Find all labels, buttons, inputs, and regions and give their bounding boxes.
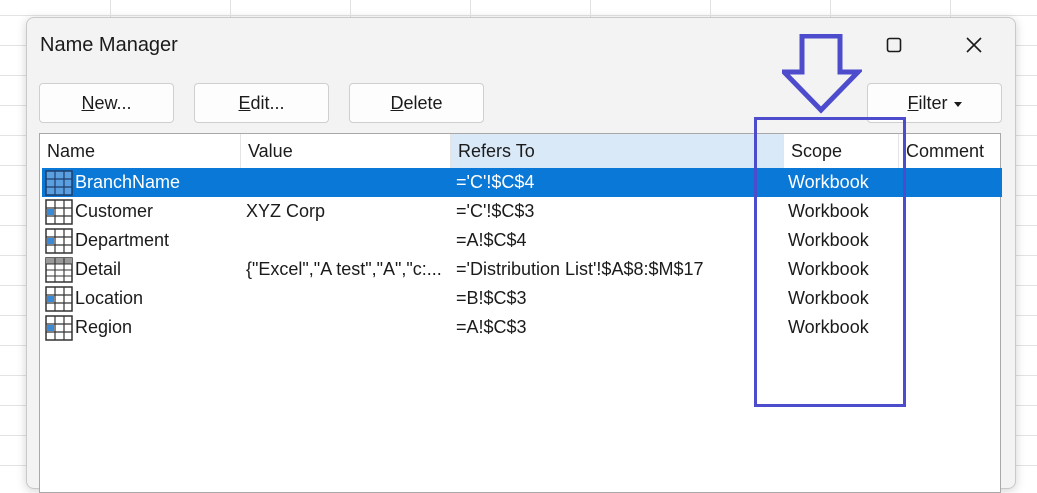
refers-to-cell: =B!$C$3 [456, 288, 527, 308]
column-header-name[interactable]: Name [40, 134, 240, 168]
value-cell [246, 168, 446, 197]
value-cell: {"Excel","A test","A","c:... [246, 259, 442, 279]
refers-to-cell: ='C'!$C$4 [456, 172, 535, 192]
new-button-label: ew... [94, 92, 132, 113]
name-cell: Customer [75, 201, 154, 221]
name-cell: Location [75, 288, 144, 308]
named-range-icon [45, 313, 73, 342]
new-button[interactable]: New... [39, 83, 174, 123]
close-icon [966, 37, 982, 53]
value-cell: XYZ Corp [246, 201, 326, 221]
column-header-refers-to[interactable]: Refers To [450, 134, 783, 168]
name-cell: Department [75, 230, 170, 250]
refers-to-cell: ='C'!$C$3 [456, 201, 535, 221]
edit-button[interactable]: Edit... [194, 83, 329, 123]
refers-to-cell: =A!$C$4 [456, 230, 527, 250]
maximize-button[interactable] [871, 28, 917, 62]
named-range-icon [45, 226, 73, 255]
dropdown-caret-icon [953, 101, 962, 107]
name-cell: BranchName [75, 172, 181, 192]
edit-button-label: dit... [250, 92, 285, 113]
value-cell [246, 313, 446, 342]
value-cell [246, 284, 446, 313]
name-cell: Detail [75, 259, 122, 279]
named-range-icon [45, 284, 73, 313]
filter-button-accelerator: F [907, 92, 919, 113]
delete-button-label: elete [403, 92, 443, 113]
filter-button-label: ilter [918, 92, 948, 113]
refers-to-cell: ='Distribution List'!$A$8:$M$17 [456, 259, 704, 279]
delete-button[interactable]: Delete [349, 83, 484, 123]
named-range-icon [45, 168, 73, 197]
column-header-value[interactable]: Value [240, 134, 450, 168]
close-button[interactable] [951, 28, 997, 62]
name-cell: Region [75, 317, 133, 337]
refers-to-cell: =A!$C$3 [456, 317, 527, 337]
down-arrow-icon [782, 34, 862, 114]
delete-button-accelerator: D [390, 92, 404, 113]
dialog-title: Name Manager [40, 34, 178, 56]
edit-button-accelerator: E [238, 92, 251, 113]
new-button-accelerator: N [81, 92, 95, 113]
table-range-icon [45, 255, 73, 284]
column-header-comment[interactable]: Comment [898, 134, 1000, 168]
value-cell [246, 226, 446, 255]
named-range-icon [45, 197, 73, 226]
scope-column-highlight [754, 117, 906, 407]
maximize-icon [886, 37, 902, 53]
